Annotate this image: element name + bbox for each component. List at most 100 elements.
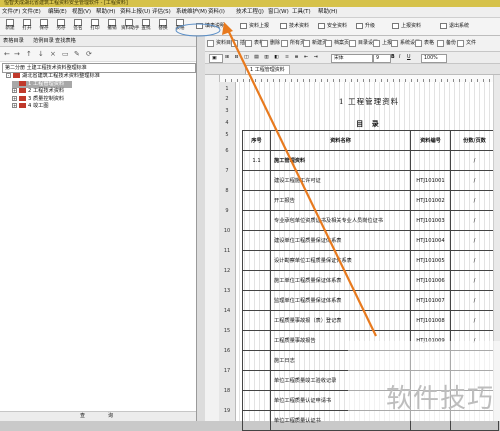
expand-icon[interactable]: + [12,103,17,108]
row-number: 1 [225,86,229,92]
page-icon[interactable]: ▭ [62,50,69,58]
menu-item-8[interactable]: 资料(I) [208,8,225,16]
toc-row[interactable]: 工程质量事故报（表）登记表 HTJ101008/ [242,310,499,331]
edit-icon[interactable]: ✎ [74,50,80,58]
menu-item-6[interactable]: 评估(S) [152,8,171,16]
menu-item-11[interactable]: 工具(T) [292,8,311,16]
back-icon[interactable]: ← [4,50,10,58]
row-number: 9 [225,208,229,214]
ribbon-button-3[interactable]: 删除 [261,39,280,48]
find-icon [142,19,150,26]
toolbar-button-1[interactable]: 打开 [19,19,35,34]
menu-item-12[interactable]: 帮助(H) [318,8,337,16]
toc-row[interactable]: 施工单位工程质量保证体系表 HTJ101006/ [242,270,499,291]
ribbon-button-5[interactable]: 新建页 [303,39,327,48]
ribbon-button-6[interactable]: 档案页 [325,39,349,48]
down-icon[interactable]: ↓ [38,50,44,58]
tree-item-label: 1 工程管理资料 [28,80,65,87]
toolbar-button-7[interactable]: 资料助手 [121,19,139,34]
toggle-icon[interactable]: ▣ [209,54,223,63]
ribbon-button-4[interactable]: 所有页 [281,39,305,48]
left-tab-0[interactable]: 表格目录 [3,37,24,45]
toolbar-button-0[interactable]: 新建 [2,19,18,34]
toc-row[interactable]: 监理单位工程质量保证体系表 HTJ101007/ [242,290,499,311]
toc-row[interactable]: 建设工程施工许可证 HTJ101001/ [242,170,499,191]
row-number: 5 [225,132,229,138]
forward-icon[interactable]: → [14,50,20,58]
toolbar-button-6[interactable]: 撤销 [104,19,120,34]
toolbar-right-button-5[interactable]: 上报资料 [392,22,421,31]
toolbar-button-4[interactable]: 签名 [70,19,86,34]
toc-row[interactable]: 设计勘察单位工程质量保证体系表 HTJ101005/ [242,250,499,271]
toolbar-right-button-0[interactable]: 填表说明 [196,22,225,31]
bottom-tab-0[interactable]: 查 [80,412,85,421]
toolbar-button-5[interactable]: 打印 [87,19,103,34]
menu-item-4[interactable]: 帮助(H) [96,8,115,16]
font-size-select[interactable]: 9 [373,54,391,63]
menu-bar: 文件(F) 文件(E) 编辑(E) 视图(V) 帮助(H) 资料上报(U) 评估(S) 系统维… [0,7,500,18]
expand-icon[interactable]: - [6,73,11,78]
menu-item-2[interactable]: 编辑(E) [48,8,67,16]
ribbon-button-8[interactable]: 上报 [373,39,392,48]
row-number: 10 [223,228,231,234]
format-icons[interactable]: ⊞ ⊟ ◫ ▤ ▥ ◧ [225,54,281,61]
toolbar-right-button-3[interactable]: 安全资料 [318,22,347,31]
expand-icon[interactable]: + [12,88,17,93]
toc-row[interactable]: 专业承包单位资质证书及相关专业人员岗位证书 HTJ101003/ [242,210,499,231]
toolbar-right-button-4[interactable]: 升级 [356,22,375,31]
toc-row[interactable]: 1.1 施工管理资料 / [242,150,499,171]
row-number: 6 [225,148,229,154]
ribbon-button-11[interactable]: 备份 [437,39,456,48]
italic-button[interactable]: I [399,54,400,61]
ribbon-button-10[interactable]: 表格 [415,39,434,48]
toolbar-button-3[interactable]: 另存 [53,19,69,34]
toolbar-button-9[interactable]: 替换 [155,19,171,34]
left-tab-2[interactable]: 查找表格 [55,37,76,45]
table-directory-panel: 表格目录 范例目录 查找表格 ← → ↑ ↓ × ▭ ✎ ⟳ 第二分册 土建工程技术… [0,36,197,421]
directory-path-combo[interactable]: 第二分册 土建工程技术资料整理标准 [2,63,196,73]
menu-item-3[interactable]: 视图(V) [72,8,91,16]
menu-item-5[interactable]: 资料上报(U) [120,8,150,16]
toolbar-button-10[interactable]: 表格 [172,19,188,34]
toc-cell-no [242,170,271,191]
toolbar-button-8[interactable]: 查找 [138,19,154,34]
toolbar-right-button-6[interactable]: 退出系统 [440,22,469,31]
menu-item-9[interactable]: 技术工程(J) [236,8,264,16]
up-icon[interactable]: ↑ [26,50,32,58]
font-select[interactable]: 宋体 [331,54,373,63]
close-icon[interactable]: × [50,50,56,58]
toc-cell-pages: / [450,290,499,311]
menu-item-1[interactable]: 文件(E) [22,8,41,16]
left-tab-1[interactable]: 范例目录 [33,37,54,45]
toolbar-button-2[interactable]: 保存 [36,19,52,34]
refresh-icon[interactable]: ⟳ [86,50,92,58]
tree-item[interactable]: +2 工程技术资料 [12,88,64,95]
toc-cell-no [242,270,271,291]
toc-cell-pages: / [450,210,499,231]
menu-item-10[interactable]: 窗口(W) [268,8,289,16]
align-icons[interactable]: ≡ ≣ ⇤ ⇥ [285,54,320,61]
ribbon-button-12[interactable]: 文件 [457,39,476,48]
tab-document[interactable]: 1 工程管理资料 [245,65,290,74]
toolbar-button-label: 保存 [39,26,49,31]
table-icon [176,19,184,26]
tree-item[interactable]: - 湖北省建筑工程技术资料整理标准 [6,73,100,80]
bottom-tab-1[interactable]: 询 [108,412,113,421]
expand-icon[interactable]: + [12,95,17,101]
bold-button[interactable]: B [391,54,395,61]
toolbar-right-button-1[interactable]: 资料上报 [240,22,269,31]
underline-button[interactable]: U [407,54,411,61]
tree-item[interactable]: +3 质量控制资料 [12,95,64,103]
menu-item-0[interactable]: 文件(F) [2,8,20,16]
toc-row[interactable]: 开工报告 HTJ101002/ [242,190,499,211]
toolbar-button-label: 签名 [73,26,83,31]
zoom-select[interactable]: 100% [421,54,447,63]
toc-cell-code [410,150,451,171]
toolbar-right-button-2[interactable]: 技术资料 [280,22,309,31]
menu-item-7[interactable]: 系统维护(M) [176,8,207,16]
tree-item[interactable]: 1 工程管理资料 [12,80,72,88]
save-icon [40,19,48,26]
toc-row[interactable]: 建设单位工程质量保证体系表 HTJ101004/ [242,230,499,251]
tree-item[interactable]: +4 竣工图 [12,103,49,110]
row-number: 7 [225,168,229,174]
